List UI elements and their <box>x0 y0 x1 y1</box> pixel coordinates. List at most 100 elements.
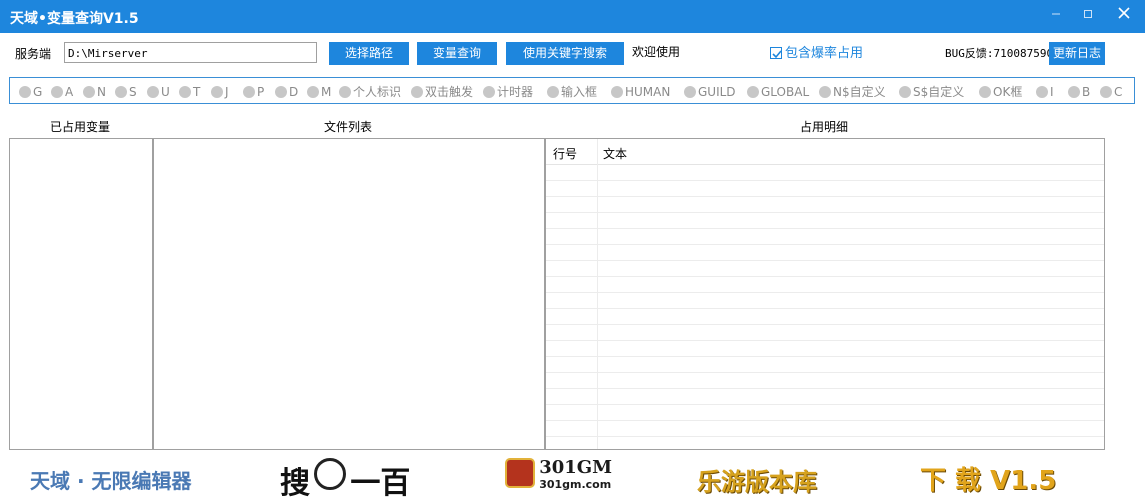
radio-option[interactable]: D <box>275 84 298 100</box>
include-drop-rate-label[interactable]: 包含爆率占用 <box>785 44 863 64</box>
radio-option[interactable]: B <box>1068 84 1090 100</box>
minimize-icon[interactable] <box>1040 0 1072 33</box>
radio-option-label: U <box>161 85 170 99</box>
radio-option-label: J <box>225 85 229 99</box>
footer-brand-sou100: 搜 一百 <box>280 458 410 502</box>
server-path-input[interactable]: D:\Mirserver <box>64 42 317 63</box>
radio-option[interactable]: N$自定义 <box>819 84 886 100</box>
grid-row-line <box>546 388 1104 389</box>
radio-option[interactable]: HUMAN <box>611 84 670 100</box>
radio-option-label: B <box>1082 85 1091 99</box>
grid-row-line <box>546 196 1104 197</box>
grid-row-line <box>546 324 1104 325</box>
radio-dot-icon <box>51 86 63 98</box>
grid-row-line <box>546 292 1104 293</box>
radio-option[interactable]: G <box>19 84 42 100</box>
footer-brand-seal-icon <box>314 458 347 490</box>
close-icon[interactable] <box>1108 0 1140 33</box>
radio-option[interactable]: M <box>307 84 331 100</box>
choose-path-button[interactable]: 选择路径 <box>329 42 409 65</box>
footer-brand-301gm-name: 301GM <box>539 457 613 478</box>
radio-dot-icon <box>684 86 696 98</box>
radio-option[interactable]: P <box>243 84 264 100</box>
detail-grid[interactable]: 行号 文本 <box>545 138 1105 450</box>
grid-row-line <box>546 212 1104 213</box>
radio-option[interactable]: S <box>115 84 137 100</box>
radio-option[interactable]: S$自定义 <box>899 84 964 100</box>
radio-option-label: P <box>257 85 265 99</box>
col-text[interactable]: 文本 <box>603 145 627 162</box>
radio-dot-icon <box>211 86 223 98</box>
radio-option-label: 输入框 <box>561 85 598 99</box>
radio-option[interactable]: U <box>147 84 170 100</box>
radio-option[interactable]: T <box>179 84 200 100</box>
radio-option-label: N <box>97 85 106 99</box>
radio-option[interactable]: OK框 <box>979 84 1022 100</box>
grid-row-line <box>546 356 1104 357</box>
radio-option-label: GUILD <box>698 85 736 99</box>
radio-dot-icon <box>147 86 159 98</box>
used-vars-list[interactable] <box>9 138 153 450</box>
footer-brand-sou-tail: 一百 <box>350 466 411 501</box>
radio-option[interactable]: GUILD <box>684 84 736 100</box>
col-line-number[interactable]: 行号 <box>553 145 577 162</box>
grid-row-line <box>546 260 1104 261</box>
radio-dot-icon <box>611 86 623 98</box>
radio-option[interactable]: N <box>83 84 106 100</box>
radio-option[interactable]: 输入框 <box>547 84 597 100</box>
welcome-text: 欢迎使用 <box>632 45 681 59</box>
radio-option-label: I <box>1050 85 1054 99</box>
radio-option-label: N$自定义 <box>833 85 886 99</box>
radio-option[interactable]: J <box>211 84 229 100</box>
footer-download-version: 下 载 V1.5 <box>920 466 1057 496</box>
bug-feedback-text: BUG反馈:710087590 <box>945 47 1054 60</box>
radio-option[interactable]: GLOBAL <box>747 84 809 100</box>
radio-option[interactable]: A <box>51 84 73 100</box>
radio-option-label: A <box>65 85 74 99</box>
radio-option-label: 双击触发 <box>425 85 474 99</box>
radio-dot-icon <box>1068 86 1080 98</box>
radio-option-label: GLOBAL <box>761 85 810 99</box>
changelog-button[interactable]: 更新日志 <box>1049 42 1105 65</box>
include-drop-rate-checkbox[interactable] <box>770 47 782 59</box>
radio-dot-icon <box>819 86 831 98</box>
grid-row-line <box>546 372 1104 373</box>
radio-dot-icon <box>307 86 319 98</box>
file-list[interactable] <box>153 138 545 450</box>
footer-brand-leyou: 乐游版本库 <box>697 468 817 496</box>
grid-row-line <box>546 180 1104 181</box>
radio-dot-icon <box>899 86 911 98</box>
radio-dot-icon <box>339 86 351 98</box>
radio-option-label: T <box>193 85 201 99</box>
keyword-search-button[interactable]: 使用关键字搜索 <box>506 42 624 65</box>
query-button[interactable]: 变量查询 <box>417 42 497 65</box>
radio-option-label: OK框 <box>993 85 1023 99</box>
grid-row-line <box>546 308 1104 309</box>
grid-row-line <box>546 420 1104 421</box>
maximize-icon[interactable] <box>1072 0 1104 33</box>
footer-brand-301gm-url: 301gm.com <box>539 478 612 491</box>
radio-dot-icon <box>243 86 255 98</box>
radio-option-label: 个人标识 <box>353 85 402 99</box>
grid-row-line <box>546 244 1104 245</box>
grid-row-line <box>546 404 1104 405</box>
radio-option[interactable]: 计时器 <box>483 84 533 100</box>
radio-option[interactable]: C <box>1100 84 1122 100</box>
window-title: 天域•变量查询V1.5 <box>10 11 139 27</box>
radio-option[interactable]: 个人标识 <box>339 84 401 100</box>
radio-option-label: D <box>289 85 299 99</box>
detail-header: 占用明细 <box>800 120 849 134</box>
footer-brand-sou-char: 搜 <box>280 466 310 501</box>
grid-row-line <box>546 276 1104 277</box>
used-vars-header: 已占用变量 <box>50 120 111 134</box>
radio-option-label: S <box>129 85 137 99</box>
radio-option[interactable]: 双击触发 <box>411 84 473 100</box>
radio-dot-icon <box>1036 86 1048 98</box>
file-list-header: 文件列表 <box>324 120 373 134</box>
check-icon <box>772 50 782 59</box>
radio-dot-icon <box>411 86 423 98</box>
radio-option[interactable]: I <box>1036 84 1054 100</box>
radio-option-label: M <box>321 85 332 99</box>
radio-dot-icon <box>19 86 31 98</box>
radio-option-label: HUMAN <box>625 85 671 99</box>
